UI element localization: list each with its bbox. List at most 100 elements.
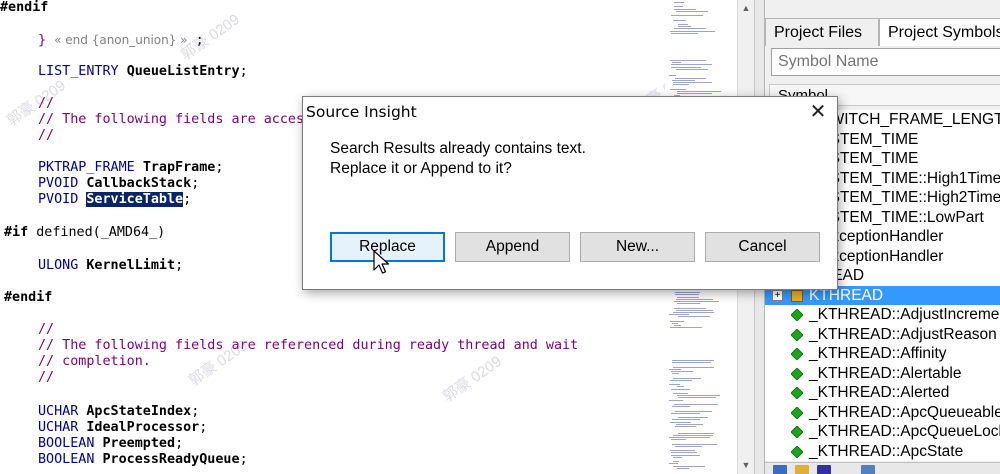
code-token: KernelLimit bbox=[86, 258, 176, 273]
code-line[interactable]: // bbox=[38, 322, 54, 338]
scroll-down-arrow-icon[interactable]: ▼ bbox=[738, 457, 754, 474]
minimap-line bbox=[673, 393, 688, 394]
minimap-line bbox=[678, 316, 710, 318]
minimap-line bbox=[676, 68, 708, 70]
minimap-line bbox=[673, 377, 701, 379]
symbol-name: _STEM_TIME::High1Time bbox=[821, 169, 1000, 187]
symbol-name: _KTHREAD::Affinity bbox=[809, 345, 947, 362]
symbol-name: _KTHREAD::AdjustReason bbox=[809, 325, 997, 343]
symbol-name: _KTHREAD::Alertable bbox=[809, 364, 962, 382]
code-line[interactable]: UCHAR IdealProcessor; bbox=[38, 420, 207, 436]
code-token: CallbackStack bbox=[86, 176, 192, 191]
minimap-line bbox=[678, 397, 716, 399]
code-line[interactable]: PVOID ServiceTable; bbox=[38, 192, 191, 208]
symbol-list-item[interactable]: _KTHREAD::Alertable bbox=[765, 363, 1000, 383]
code-line[interactable]: // completion. bbox=[38, 354, 151, 370]
symbol-search-input[interactable] bbox=[771, 48, 1000, 76]
code-line[interactable]: PKTRAP_FRAME TrapFrame; bbox=[38, 160, 223, 176]
minimap-line bbox=[672, 373, 679, 375]
code-line[interactable]: UCHAR ApcStateIndex; bbox=[38, 404, 199, 420]
scroll-up-arrow-icon[interactable]: ▲ bbox=[738, 0, 754, 17]
symbol-list-item[interactable]: _KTHREAD::Affinity bbox=[765, 344, 1000, 364]
browse-icon[interactable] bbox=[817, 465, 831, 474]
cancel-button[interactable]: Cancel bbox=[705, 232, 820, 262]
symbol-name: _KTHREAD::ApcState bbox=[809, 442, 964, 460]
minimap-line bbox=[675, 77, 706, 79]
minimap-line bbox=[671, 371, 693, 372]
tab-project-symbols[interactable]: Project Symbols bbox=[879, 18, 1000, 46]
code-line[interactable]: // bbox=[38, 370, 54, 386]
minimap-line bbox=[678, 26, 691, 28]
dialog-titlebar[interactable]: Source Insight ✕ bbox=[303, 97, 837, 127]
symbol-list-item[interactable]: _KTHREAD::AdjustIncrement bbox=[765, 305, 1000, 325]
minimap-line bbox=[674, 307, 706, 309]
minimap-line bbox=[671, 15, 703, 17]
minimap-line bbox=[673, 82, 712, 83]
symbol-name: _WITCH_FRAME_LENGTH bbox=[821, 111, 1000, 128]
minimap-line bbox=[675, 410, 712, 412]
minimap-line bbox=[670, 327, 702, 329]
minimap-line bbox=[672, 406, 690, 408]
view-icon[interactable] bbox=[773, 465, 787, 474]
minimap-line bbox=[672, 360, 714, 361]
replace-button[interactable]: Replace bbox=[330, 232, 445, 262]
minimap-line bbox=[677, 296, 699, 298]
minimap-line bbox=[678, 417, 708, 419]
minimap-line bbox=[674, 6, 683, 8]
code-token: // The following fields are acces bbox=[38, 112, 305, 127]
code-line[interactable]: #endif bbox=[4, 290, 52, 306]
code-token: ; bbox=[175, 258, 184, 273]
symbol-list-item[interactable]: _KTHREAD::Alerted bbox=[765, 383, 1000, 403]
symbol-name: _KTHREAD::ApcQueueable bbox=[809, 403, 1000, 421]
code-line[interactable]: BOOLEAN Preempted; bbox=[38, 436, 183, 452]
code-line[interactable]: PVOID CallbackStack; bbox=[38, 176, 199, 192]
code-line[interactable]: LIST_ENTRY QueueListEntry; bbox=[38, 64, 248, 80]
minimap-line bbox=[673, 434, 713, 436]
minimap-line bbox=[670, 379, 692, 381]
code-line[interactable]: ULONG KernelLimit; bbox=[38, 258, 183, 274]
code-line[interactable]: // bbox=[38, 96, 54, 112]
minimap-line bbox=[675, 292, 700, 294]
minimap-line bbox=[669, 314, 689, 316]
code-line[interactable]: // bbox=[38, 128, 54, 144]
dialog-body: Search Results already contains text. Re… bbox=[303, 127, 837, 289]
symbol-list-item[interactable]: _KTHREAD::AdjustReason bbox=[765, 324, 1000, 344]
minimap-line bbox=[674, 2, 684, 3]
dialog-message-line1: Search Results already contains text. bbox=[330, 140, 586, 157]
code-line[interactable]: // The following fields are referenced d… bbox=[38, 338, 578, 354]
code-token: ApcStateIndex bbox=[86, 404, 192, 419]
gear-icon[interactable] bbox=[861, 465, 875, 474]
code-line[interactable]: #endif bbox=[0, 0, 48, 16]
code-token: ; bbox=[199, 420, 208, 435]
minimap-line bbox=[673, 84, 689, 86]
code-token: BOOLEAN bbox=[38, 436, 103, 451]
code-line[interactable]: // The following fields are acces bbox=[38, 112, 304, 128]
minimap-line bbox=[673, 461, 679, 463]
minimap-line bbox=[675, 426, 696, 427]
append-button[interactable]: Append bbox=[455, 232, 570, 262]
minimap-line bbox=[674, 8, 696, 10]
minimap-line bbox=[676, 309, 713, 311]
minimap-line bbox=[674, 325, 681, 327]
minimap-line bbox=[674, 301, 719, 302]
code-token: ; bbox=[215, 160, 224, 175]
watermark-text: 郭豪 0209 bbox=[439, 352, 505, 406]
close-icon[interactable]: ✕ bbox=[803, 99, 833, 125]
code-line[interactable]: BOOLEAN ProcessReadyQueue; bbox=[38, 452, 248, 468]
code-token: LIST_ENTRY bbox=[38, 64, 127, 79]
code-line[interactable]: } « end {anon_union} » ; bbox=[38, 32, 204, 49]
expand-icon[interactable]: + bbox=[772, 289, 783, 301]
new-button[interactable]: New... bbox=[580, 232, 695, 262]
minimap-line bbox=[672, 419, 700, 421]
minimap-line bbox=[677, 93, 712, 94]
minimap-line bbox=[669, 463, 678, 465]
minimap-line bbox=[672, 362, 711, 364]
folder-icon[interactable] bbox=[795, 465, 809, 474]
panel-toolbar bbox=[765, 462, 1000, 474]
symbol-list-item[interactable]: _KTHREAD::ApcState bbox=[765, 441, 1000, 461]
code-line[interactable]: #if defined(_AMD64_) bbox=[4, 225, 165, 241]
code-token: ; bbox=[175, 436, 184, 451]
symbol-list-item[interactable]: _KTHREAD::ApcQueueLock bbox=[765, 422, 1000, 442]
tab-project-files[interactable]: Project Files bbox=[765, 18, 879, 46]
symbol-list-item[interactable]: _KTHREAD::ApcQueueable bbox=[765, 402, 1000, 422]
